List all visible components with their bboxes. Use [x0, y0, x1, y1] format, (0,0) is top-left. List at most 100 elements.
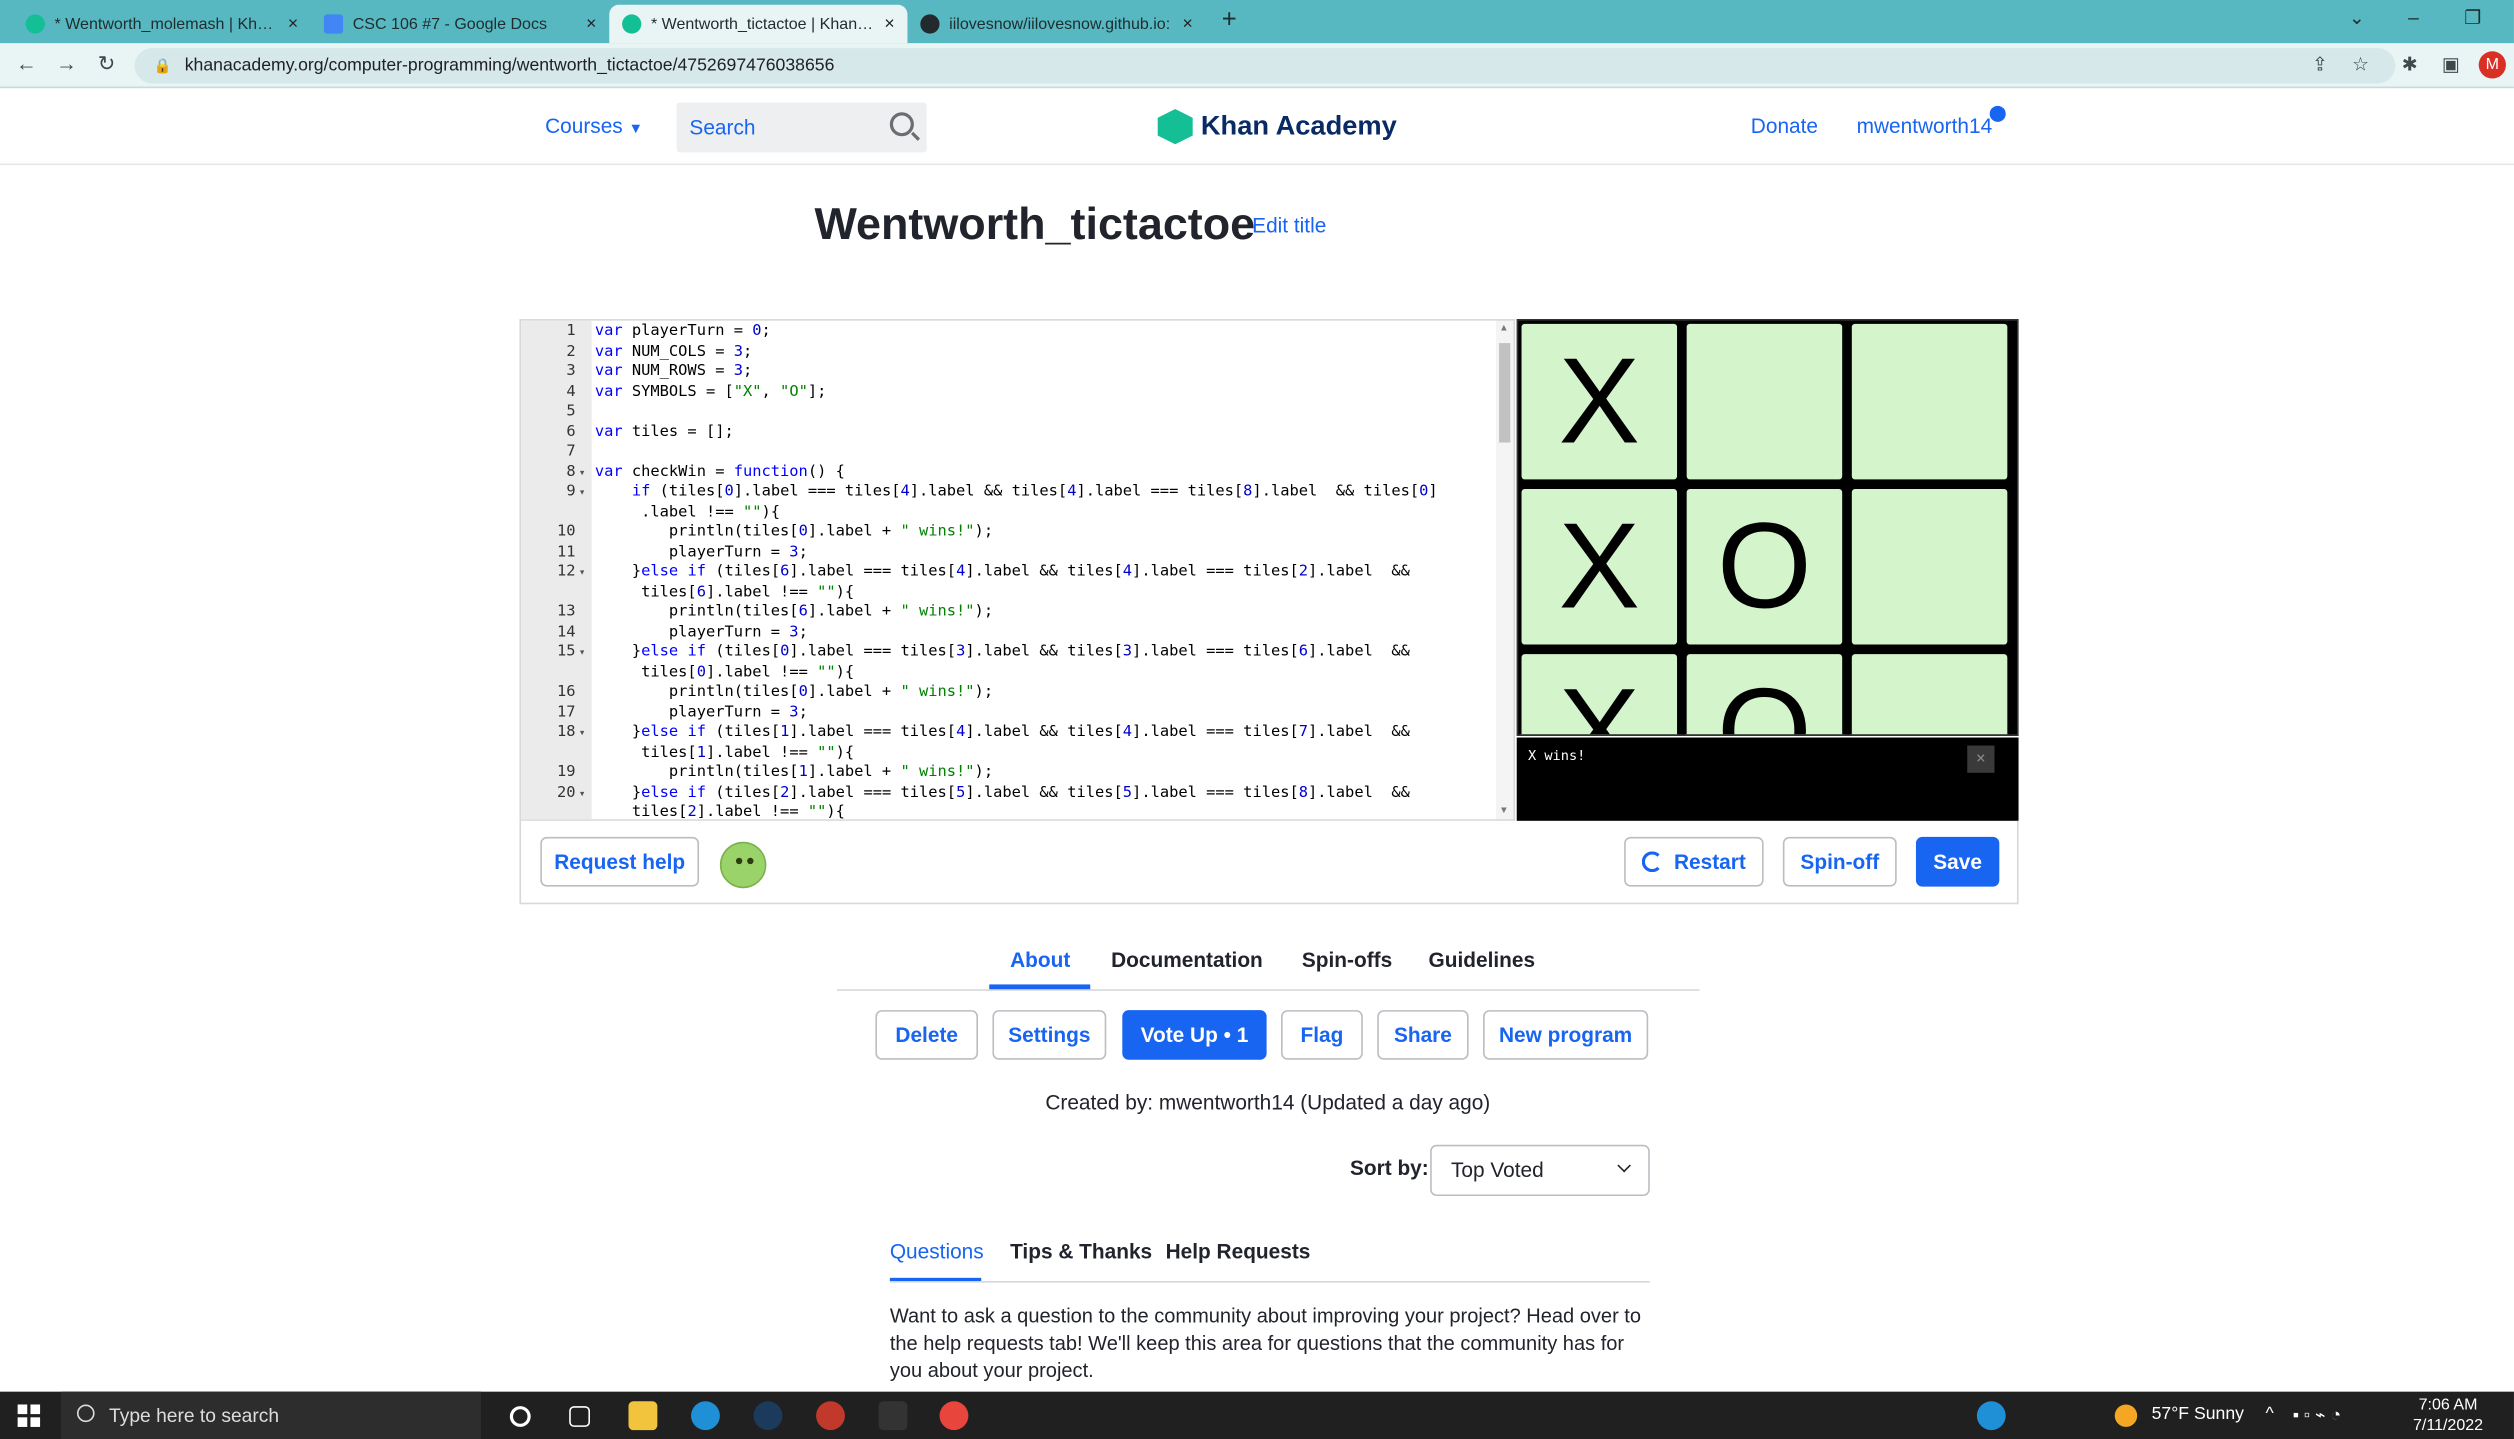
code-line[interactable]: 17 playerTurn = 3; — [521, 703, 1438, 723]
new-tab-icon[interactable]: + — [1222, 6, 1237, 35]
board-tile[interactable]: X — [1518, 650, 1681, 735]
app-icon[interactable] — [816, 1401, 845, 1431]
code-line[interactable]: 20 ▾ }else if (tiles[2].label === tiles[5… — [521, 783, 1438, 803]
browser-tab-molemash[interactable]: * Wentworth_molemash | Khan A × — [13, 5, 311, 43]
fold-arrow-icon[interactable] — [579, 322, 595, 342]
fold-arrow-icon[interactable] — [579, 583, 595, 603]
scroll-up-icon[interactable]: ▲ — [1499, 324, 1509, 334]
board-tile[interactable] — [1683, 320, 1846, 483]
search-input[interactable]: Search — [676, 102, 927, 153]
vote-up-button[interactable]: Vote Up • 1 — [1122, 1010, 1267, 1060]
cortana-icon[interactable] — [509, 1406, 531, 1427]
steam-icon[interactable] — [753, 1401, 783, 1431]
close-tab-icon[interactable]: × — [884, 14, 894, 33]
editor-scrollbar[interactable]: ▲ ▼ — [1495, 319, 1516, 821]
code-line[interactable]: 11 playerTurn = 3; — [521, 543, 1438, 563]
restore-window-icon[interactable]: ❐ — [2464, 6, 2481, 28]
code-line[interactable]: 10 println(tiles[0].label + " wins!"); — [521, 523, 1438, 543]
bookmark-star-icon[interactable]: ☆ — [2352, 53, 2369, 75]
forward-arrow-icon[interactable]: → — [56, 51, 77, 75]
scrollbar-thumb[interactable] — [1499, 343, 1511, 443]
fold-arrow-icon[interactable] — [579, 763, 595, 783]
board-tile[interactable]: O — [1683, 485, 1846, 648]
task-view-icon[interactable] — [569, 1406, 591, 1427]
code-line[interactable]: .label !== ""){ — [521, 503, 1438, 523]
code-line[interactable]: 13 println(tiles[6].label + " wins!"); — [521, 603, 1438, 623]
delete-button[interactable]: Delete — [875, 1010, 979, 1060]
code-line[interactable]: 7 — [521, 443, 1438, 463]
board-tile[interactable]: X — [1518, 485, 1681, 648]
new-program-button[interactable]: New program — [1483, 1010, 1649, 1060]
profile-avatar[interactable]: M — [2478, 51, 2506, 79]
tab-documentation[interactable]: Documentation — [1111, 948, 1263, 972]
system-clock[interactable]: 7:06 AM 7/11/2022 — [2413, 1395, 2483, 1437]
edge-browser-icon[interactable] — [691, 1401, 720, 1431]
tab-questions[interactable]: Questions — [890, 1239, 984, 1263]
fold-arrow-icon[interactable] — [579, 803, 595, 819]
code-editor[interactable]: 1 var playerTurn = 0; 2 var NUM_COLS = 3; 3 v… — [519, 319, 1501, 821]
donate-link[interactable]: Donate — [1751, 114, 1818, 138]
board-tile[interactable] — [1848, 650, 2011, 735]
fold-arrow-icon[interactable]: ▾ — [579, 783, 595, 803]
fold-arrow-icon[interactable]: ▾ — [579, 463, 595, 483]
code-line[interactable]: 18 ▾ }else if (tiles[1].label === tiles[4… — [521, 723, 1438, 743]
fold-arrow-icon[interactable] — [579, 703, 595, 723]
code-line[interactable]: tiles[6].label !== ""){ — [521, 583, 1438, 603]
fold-arrow-icon[interactable] — [579, 603, 595, 623]
fold-arrow-icon[interactable] — [579, 402, 595, 422]
tray-overflow-icon[interactable]: ^ — [2265, 1404, 2273, 1423]
save-button[interactable]: Save — [1915, 836, 2000, 887]
tab-search-chevron-icon[interactable]: ⌄ — [2349, 6, 2365, 28]
fold-arrow-icon[interactable] — [579, 523, 595, 543]
tab-help-requests[interactable]: Help Requests — [1166, 1239, 1311, 1263]
tray-icons[interactable]: ▪ ▫ ⌁ ◔ — [2293, 1404, 2341, 1425]
extensions-puzzle-icon[interactable]: ✱ — [2402, 53, 2418, 75]
edit-title-link[interactable]: Edit title — [1252, 213, 1326, 237]
fold-arrow-icon[interactable] — [579, 543, 595, 563]
reload-icon[interactable]: ↻ — [98, 51, 115, 77]
back-arrow-icon[interactable]: ← — [16, 51, 37, 75]
close-tab-icon[interactable]: × — [586, 14, 596, 33]
browser-tab-tictactoe[interactable]: * Wentworth_tictactoe | Khan Ac × — [609, 4, 908, 44]
taskbar-search-input[interactable]: Type here to search — [60, 1391, 481, 1439]
weather-text[interactable]: 57°F Sunny — [2152, 1404, 2244, 1423]
fold-arrow-icon[interactable] — [579, 443, 595, 463]
restart-button[interactable]: Restart — [1624, 836, 1764, 887]
share-icon[interactable]: ⇪ — [2312, 53, 2328, 75]
share-button[interactable]: Share — [1377, 1010, 1469, 1060]
code-line[interactable]: tiles[2].label !== ""){ — [521, 803, 1438, 819]
side-panel-icon[interactable]: ▣ — [2442, 53, 2460, 75]
fold-arrow-icon[interactable]: ▾ — [579, 723, 595, 743]
fold-arrow-icon[interactable] — [579, 503, 595, 523]
fold-arrow-icon[interactable] — [579, 683, 595, 703]
code-line[interactable]: 16 println(tiles[0].label + " wins!"); — [521, 683, 1438, 703]
fold-arrow-icon[interactable] — [579, 342, 595, 362]
code-line[interactable]: 14 playerTurn = 3; — [521, 623, 1438, 643]
browser-tab-google-docs[interactable]: CSC 106 #7 - Google Docs × — [311, 5, 609, 43]
tab-guidelines[interactable]: Guidelines — [1429, 948, 1536, 972]
windows-start-icon[interactable] — [17, 1404, 41, 1427]
tab-spin-offs[interactable]: Spin-offs — [1302, 948, 1392, 972]
fold-arrow-icon[interactable] — [579, 422, 595, 442]
code-line[interactable]: 4 var SYMBOLS = ["X", "O"]; — [521, 382, 1438, 402]
fold-arrow-icon[interactable] — [579, 623, 595, 643]
fold-arrow-icon[interactable]: ▾ — [579, 643, 595, 663]
code-line[interactable]: 1 var playerTurn = 0; — [521, 322, 1438, 342]
fold-arrow-icon[interactable]: ▾ — [579, 563, 595, 583]
settings-button[interactable]: Settings — [992, 1010, 1107, 1060]
minimize-window-icon[interactable]: – — [2408, 6, 2419, 28]
scroll-down-icon[interactable]: ▼ — [1499, 806, 1509, 816]
close-tab-icon[interactable]: × — [288, 14, 298, 33]
app-icon[interactable] — [878, 1401, 908, 1431]
address-bar[interactable]: 🔒 khanacademy.org/computer-programming/w… — [134, 48, 2396, 84]
code-line[interactable]: 2 var NUM_COLS = 3; — [521, 342, 1438, 362]
code-line[interactable]: 12 ▾ }else if (tiles[6].label === tiles[4… — [521, 563, 1438, 583]
chrome-icon[interactable] — [939, 1401, 969, 1431]
fold-arrow-icon[interactable] — [579, 362, 595, 382]
board-tile[interactable] — [1848, 320, 2011, 483]
fold-arrow-icon[interactable]: ▾ — [579, 483, 595, 503]
code-content[interactable]: 1 var playerTurn = 0; 2 var NUM_COLS = 3; 3 v… — [521, 322, 1438, 819]
sort-select[interactable]: Top Voted — [1430, 1144, 1650, 1197]
flag-button[interactable]: Flag — [1281, 1010, 1363, 1060]
code-line[interactable]: 8 ▾ var checkWin = function() { — [521, 463, 1438, 483]
